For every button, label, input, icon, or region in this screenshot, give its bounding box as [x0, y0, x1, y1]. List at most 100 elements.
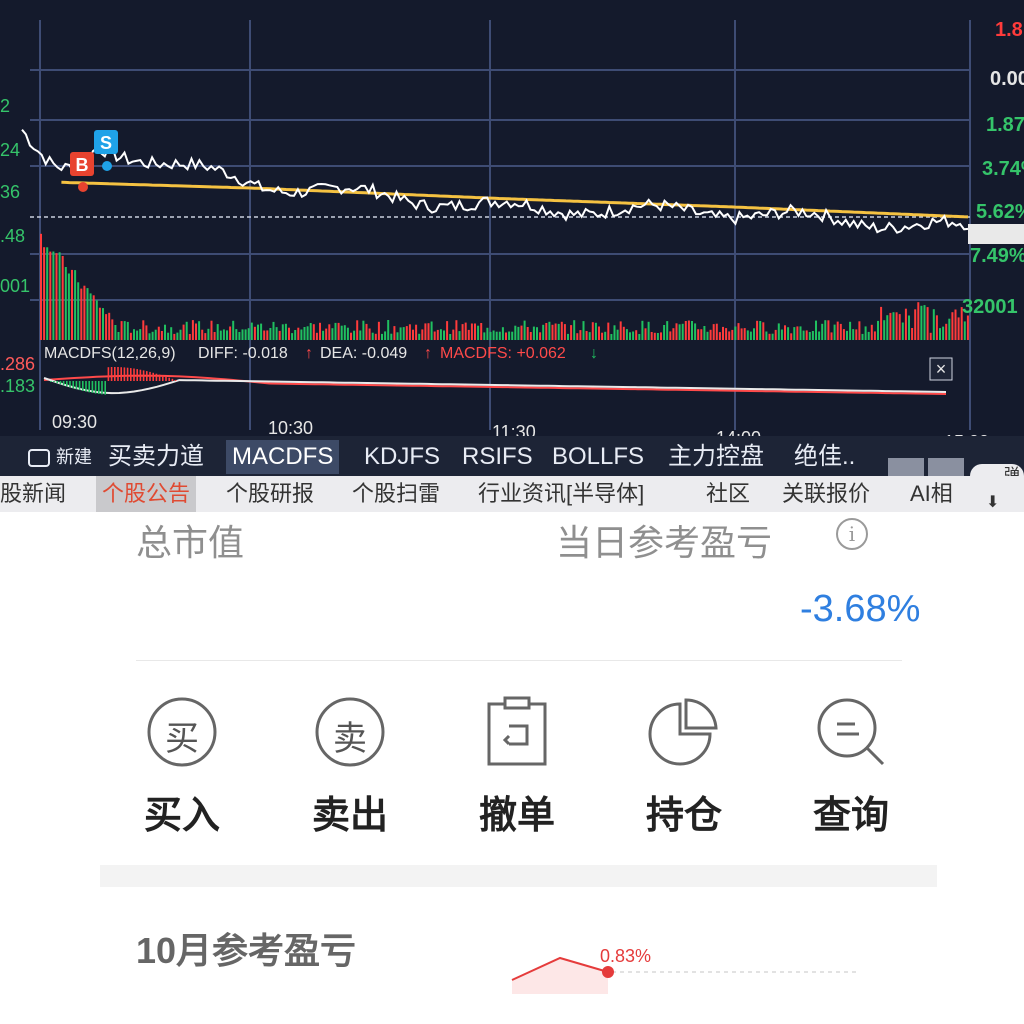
- search-icon: [815, 696, 887, 768]
- volume-bar: [846, 330, 848, 340]
- volume-bar: [418, 333, 421, 340]
- tab-stock-announcements[interactable]: 个股公告: [96, 476, 197, 512]
- volume-bar: [328, 324, 331, 340]
- volume-bar: [238, 332, 241, 340]
- tab-stock-risk-scan[interactable]: 个股扫雷: [352, 476, 440, 512]
- volume-bar: [728, 331, 731, 340]
- volume-bar: [793, 327, 796, 340]
- volume-bar: [229, 326, 232, 340]
- indicator-dea: DEA: -0.049: [320, 345, 407, 362]
- volume-bar: [439, 329, 442, 340]
- volume-bar: [725, 328, 728, 340]
- sell-label: 卖出: [311, 795, 388, 837]
- macd-histogram-bar: [66, 381, 68, 387]
- volume-bar: [563, 324, 566, 340]
- volume-bar: [687, 320, 690, 340]
- tab-macdfs[interactable]: MACDFS: [226, 440, 340, 474]
- volume-bar: [173, 333, 176, 340]
- volume-bar: [675, 323, 678, 340]
- close-icon: ×: [936, 359, 947, 379]
- volume-bar: [80, 288, 83, 340]
- volume-bar: [40, 233, 42, 340]
- volume-bar: [939, 328, 941, 340]
- volume-bar: [644, 328, 647, 340]
- divider: [136, 660, 902, 661]
- tab-kdjfs[interactable]: KDJFS: [358, 440, 446, 474]
- cancel-order-button[interactable]: 撤单: [462, 696, 572, 839]
- new-button[interactable]: 新建: [22, 440, 98, 474]
- volume-bar: [89, 293, 92, 340]
- tab-stock-news[interactable]: 股新闻: [0, 476, 66, 512]
- buy-button[interactable]: 买 买入: [127, 696, 237, 839]
- volume-bar: [151, 331, 154, 340]
- volume-bar: [768, 333, 771, 340]
- volume-bar: [359, 330, 362, 340]
- volume-bar: [263, 330, 266, 340]
- volume-bar: [446, 321, 449, 340]
- tab-related-quotes[interactable]: 关联报价: [782, 476, 870, 512]
- price-label-l0: 2: [0, 96, 10, 116]
- tab-main-control[interactable]: 主力控盘: [662, 440, 770, 474]
- tab-more[interactable]: 绝佳..: [788, 440, 861, 474]
- volume-bar: [458, 331, 461, 340]
- volume-bar: [904, 308, 907, 340]
- volume-bar: [625, 329, 628, 340]
- tab-buy-sell-power[interactable]: 买卖力道: [102, 440, 210, 474]
- volume-bar: [232, 320, 235, 340]
- daily-pl-label: 当日参考盈亏: [556, 522, 773, 563]
- volume-bar: [641, 320, 644, 340]
- volume-bar: [427, 323, 430, 340]
- volume-bar: [901, 322, 904, 340]
- volume-bar: [954, 309, 957, 340]
- volume-bar: [433, 331, 436, 340]
- volume-bar: [470, 323, 473, 340]
- volume-bar: [836, 321, 839, 340]
- sell-button[interactable]: 卖 卖出: [295, 696, 405, 839]
- tab-rsifs[interactable]: RSIFS: [456, 440, 539, 474]
- query-button[interactable]: 查询: [796, 696, 906, 839]
- positions-label: 持仓: [645, 795, 722, 837]
- volume-bar: [452, 329, 455, 340]
- volume-bar: [133, 329, 135, 340]
- volume-bar: [551, 324, 554, 340]
- volume-bar: [340, 325, 343, 340]
- volume-bar: [842, 329, 845, 340]
- volume-bar: [802, 330, 805, 340]
- volume-bar: [737, 323, 740, 340]
- volume-bar: [908, 315, 910, 340]
- volume-bar: [430, 321, 433, 340]
- volume-bar: [300, 329, 303, 340]
- tab-stock-research[interactable]: 个股研报: [226, 476, 314, 512]
- macd-diff-line: [43, 377, 947, 395]
- volume-bar: [365, 323, 368, 340]
- volume-bar: [567, 333, 569, 340]
- volume-bar: [588, 332, 591, 340]
- volume-bar: [195, 323, 197, 340]
- tab-industry-news[interactable]: 行业资讯[半导体]: [478, 476, 644, 512]
- macd-histogram-bar: [56, 381, 58, 384]
- tab-ai[interactable]: AI相: [910, 476, 953, 512]
- volume-bar: [281, 324, 284, 340]
- volume-bar: [387, 320, 390, 340]
- macd-histogram-bar: [130, 368, 132, 381]
- volume-bar: [294, 330, 297, 340]
- volume-bar: [77, 282, 80, 340]
- volume-bar: [619, 321, 622, 340]
- volume-bar: [771, 333, 774, 340]
- macd-histogram-bar: [155, 373, 158, 381]
- volume-bar: [46, 247, 49, 340]
- volume-bar: [424, 323, 427, 340]
- macd-histogram-bar: [75, 381, 78, 390]
- volume-bar: [753, 328, 755, 340]
- download-icon[interactable]: ⬇: [986, 492, 999, 512]
- volume-bar: [694, 323, 697, 340]
- volume-bar: [883, 320, 886, 340]
- volume-label-left: 001: [0, 276, 30, 296]
- volume-bar: [477, 325, 480, 340]
- tab-community[interactable]: 社区: [706, 476, 750, 512]
- volume-bar: [917, 302, 920, 340]
- positions-button[interactable]: 持仓: [629, 696, 739, 839]
- info-icon[interactable]: i: [836, 518, 868, 550]
- volume-bar: [505, 332, 507, 340]
- tab-bollfs[interactable]: BOLLFS: [546, 440, 650, 474]
